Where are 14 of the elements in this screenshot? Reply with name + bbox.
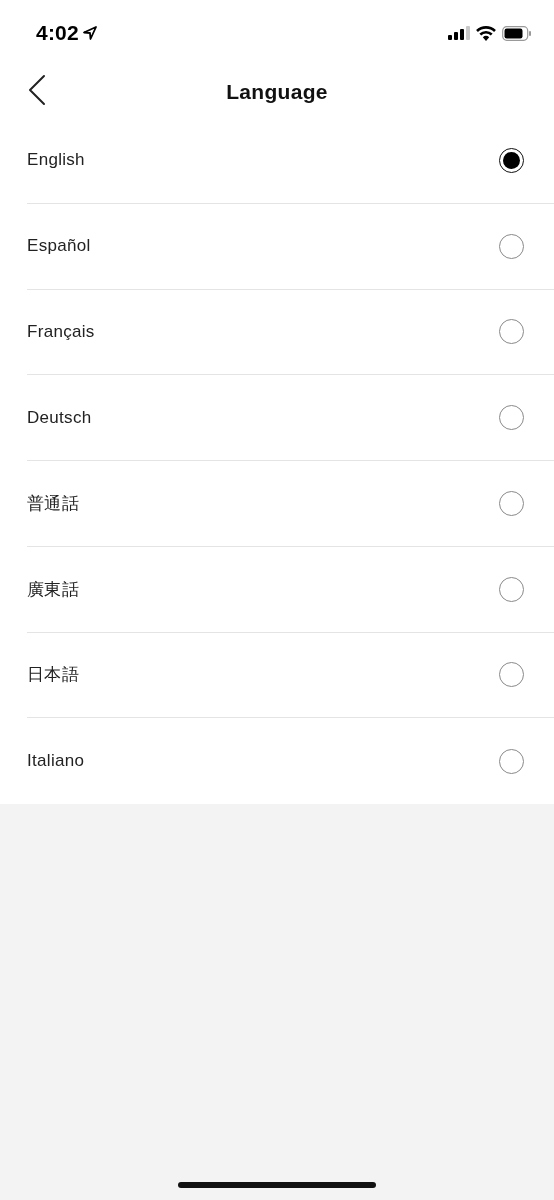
location-arrow-icon [82,26,97,40]
battery-icon [502,25,532,41]
language-option[interactable]: Deutsch [27,407,92,428]
language-option[interactable]: 日本語 [27,663,79,687]
signal-icon [448,26,470,40]
language-option[interactable]: 廣東話 [27,577,79,601]
status-time: 4:02 [36,21,79,45]
language-option[interactable]: 普通話 [27,491,79,515]
wifi-icon [476,25,496,41]
language-option[interactable]: English [27,150,85,171]
language-option[interactable]: Español [27,236,91,257]
language-option[interactable]: Français [27,321,95,342]
page-title: Language [226,80,328,104]
language-option[interactable]: Italiano [27,751,85,772]
